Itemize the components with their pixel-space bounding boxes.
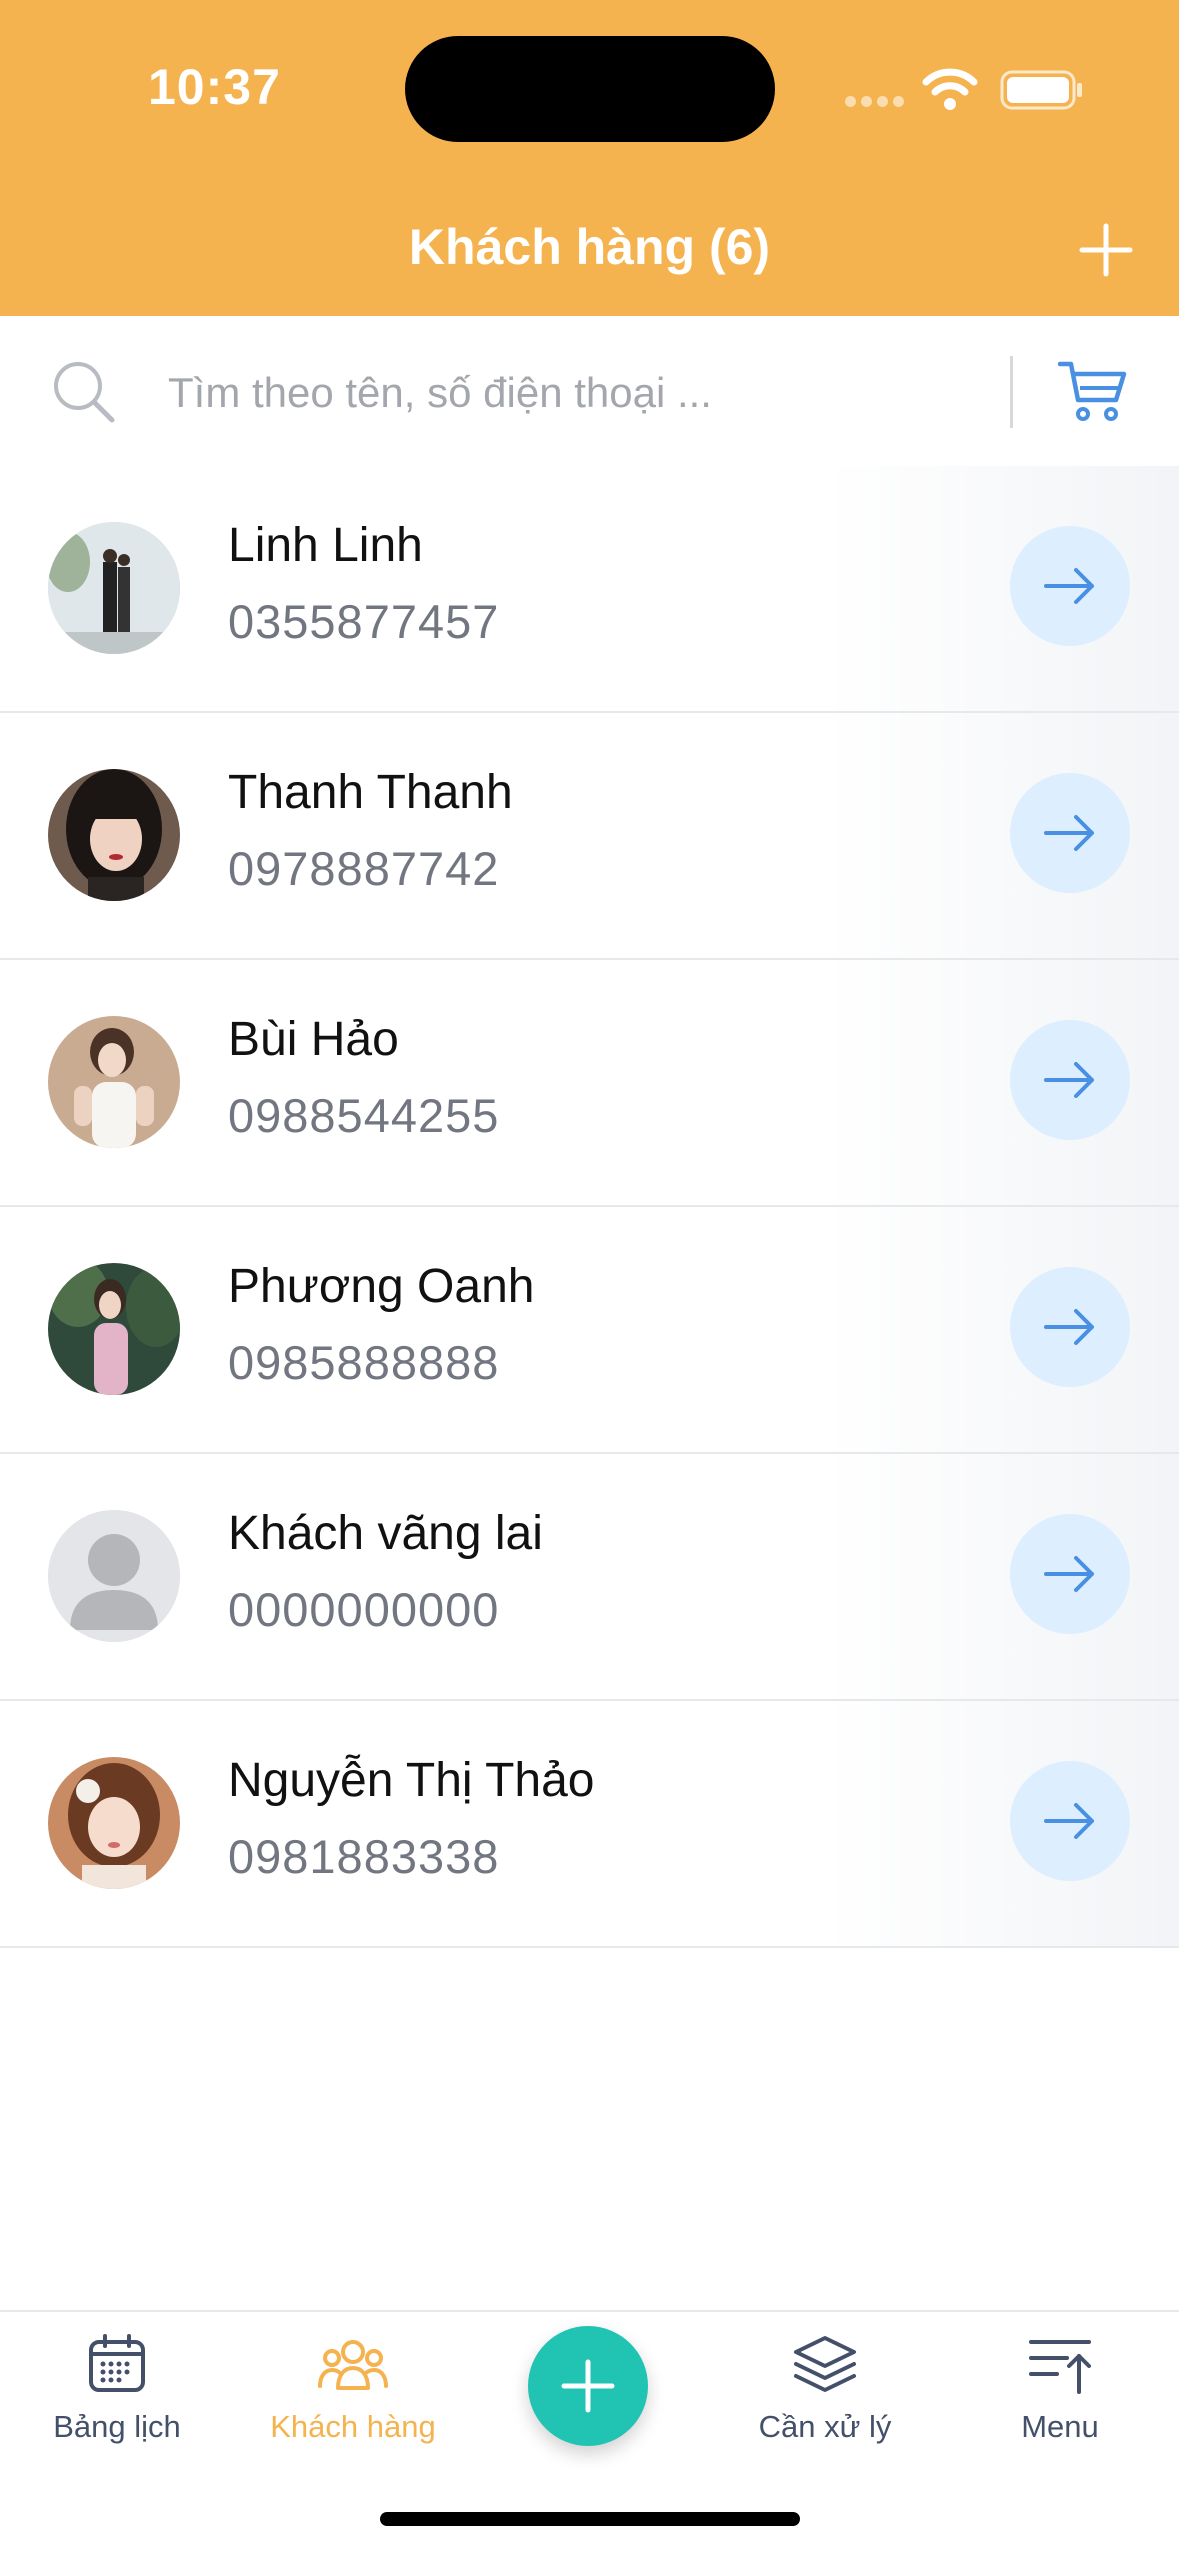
customer-phone: 0978887742 [228, 842, 500, 895]
open-customer-button[interactable] [1010, 526, 1130, 646]
page-title: Khách hàng (6) [408, 219, 771, 275]
avatar [48, 769, 180, 901]
plus-icon [561, 2359, 615, 2413]
arrow-right-icon [1044, 568, 1094, 604]
arrow-right-icon [1044, 1556, 1094, 1592]
customer-name: Bùi Hảo [228, 1013, 399, 1066]
open-customer-button[interactable] [1010, 1020, 1130, 1140]
create-button[interactable] [528, 2326, 648, 2446]
tab-menu[interactable]: Menu [960, 2332, 1160, 2445]
sort-menu-icon [1029, 2340, 1091, 2394]
tab-customers[interactable]: Khách hàng [253, 2332, 453, 2445]
tab-todo-label: Cần xử lý [758, 2409, 892, 2444]
cart-icon[interactable] [1058, 358, 1128, 424]
open-customer-button[interactable] [1010, 773, 1130, 893]
avatar [48, 1016, 180, 1148]
open-customer-button[interactable] [1010, 1761, 1130, 1881]
tab-todo[interactable]: Cần xử lý [725, 2332, 925, 2445]
customer-row[interactable]: Phương Oanh 0985888888 [0, 1207, 1179, 1454]
open-customer-button[interactable] [1010, 1514, 1130, 1634]
search-divider [1010, 356, 1013, 428]
customer-name: Nguyễn Thị Thảo [228, 1754, 595, 1807]
avatar [48, 1757, 180, 1889]
customer-phone: 0985888888 [228, 1336, 500, 1389]
customer-name: Linh Linh [228, 519, 423, 572]
battery-icon [1000, 70, 1082, 110]
customer-phone: 0988544255 [228, 1089, 500, 1142]
app-header: 10:37 Khách hàng (6) [0, 0, 1179, 316]
customer-name: Khách vãng lai [228, 1507, 543, 1560]
arrow-right-icon [1044, 1309, 1094, 1345]
layers-icon [794, 2336, 856, 2392]
customer-row[interactable]: Linh Linh 0355877457 [0, 466, 1179, 713]
customer-row[interactable]: Nguyễn Thị Thảo 0981883338 [0, 1701, 1179, 1948]
dynamic-island [405, 36, 775, 142]
arrow-right-icon [1044, 1803, 1094, 1839]
tab-calendar[interactable]: Bảng lịch [17, 2332, 217, 2445]
calendar-icon [89, 2334, 145, 2392]
customer-list: Linh Linh 0355877457 Thanh Thanh 0978887… [0, 466, 1179, 1948]
search-bar [0, 316, 1179, 467]
customer-phone: 0355877457 [228, 595, 500, 648]
customer-phone: 0981883338 [228, 1830, 500, 1883]
customer-row[interactable]: Thanh Thanh 0978887742 [0, 713, 1179, 960]
search-icon [54, 362, 115, 423]
users-icon [318, 2340, 388, 2390]
avatar [48, 1263, 180, 1395]
customer-name: Thanh Thanh [228, 766, 513, 819]
home-indicator [380, 2512, 800, 2526]
tab-menu-label: Menu [1021, 2409, 1099, 2444]
tab-calendar-label: Bảng lịch [53, 2409, 181, 2444]
cellular-signal-icon [845, 94, 909, 112]
arrow-right-icon [1044, 1062, 1094, 1098]
avatar [48, 522, 180, 654]
status-time: 10:37 [148, 59, 281, 115]
arrow-right-icon [1044, 815, 1094, 851]
avatar [48, 1510, 180, 1642]
customer-name: Phương Oanh [228, 1260, 535, 1313]
open-customer-button[interactable] [1010, 1267, 1130, 1387]
customer-row[interactable]: Bùi Hảo 0988544255 [0, 960, 1179, 1207]
tab-customers-label: Khách hàng [270, 2409, 436, 2444]
wifi-icon [922, 68, 978, 110]
customer-row[interactable]: Khách vãng lai 0000000000 [0, 1454, 1179, 1701]
customer-phone: 0000000000 [228, 1583, 500, 1636]
search-input[interactable] [168, 358, 988, 428]
add-customer-button[interactable] [1078, 222, 1134, 278]
